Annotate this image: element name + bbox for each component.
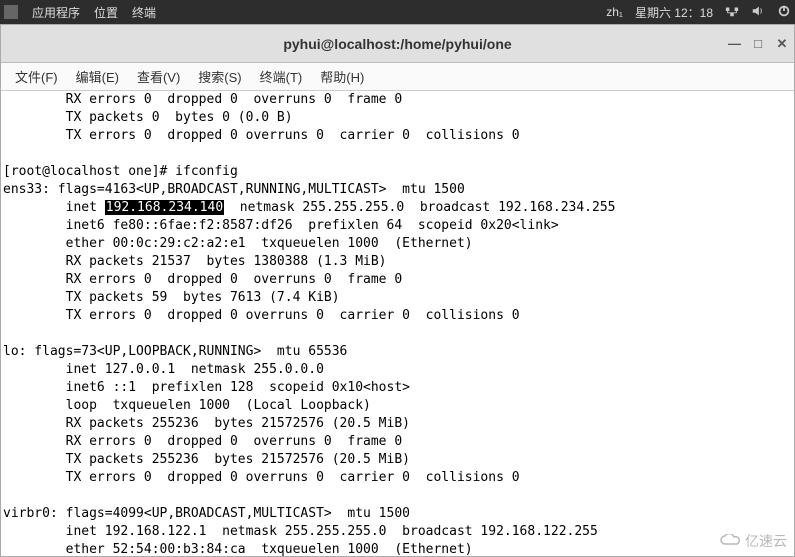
clock[interactable]: 星期六 12：18: [635, 4, 713, 21]
close-button[interactable]: ✕: [776, 36, 788, 52]
menu-terminal[interactable]: 终端: [132, 4, 156, 21]
highlighted-ip: 192.168.234.140: [105, 200, 224, 215]
sound-icon[interactable]: [751, 4, 765, 21]
menu-terminal[interactable]: 终端(T): [252, 65, 311, 88]
terminal-window: pyhui@localhost:/home/pyhui/one — □ ✕ 文件…: [0, 24, 795, 557]
menu-view[interactable]: 查看(V): [129, 65, 188, 88]
gnome-apps-icon[interactable]: [4, 5, 18, 19]
menu-search[interactable]: 搜索(S): [190, 65, 249, 88]
menu-file[interactable]: 文件(F): [7, 65, 66, 88]
menu-applications[interactable]: 应用程序: [32, 4, 80, 21]
minimize-button[interactable]: —: [728, 36, 740, 52]
network-icon[interactable]: [725, 4, 739, 21]
menu-places[interactable]: 位置: [94, 4, 118, 21]
maximize-button[interactable]: □: [752, 36, 764, 52]
terminal-content[interactable]: RX errors 0 dropped 0 overruns 0 frame 0…: [1, 91, 794, 556]
input-lang-indicator[interactable]: zh₁: [606, 5, 623, 19]
watermark: 亿速云: [719, 531, 787, 551]
menubar: 文件(F) 编辑(E) 查看(V) 搜索(S) 终端(T) 帮助(H): [1, 63, 794, 91]
titlebar[interactable]: pyhui@localhost:/home/pyhui/one — □ ✕: [1, 25, 794, 63]
menu-edit[interactable]: 编辑(E): [68, 65, 127, 88]
top-panel: 应用程序 位置 终端 zh₁ 星期六 12：18: [0, 0, 795, 24]
power-icon[interactable]: [777, 4, 791, 21]
menu-help[interactable]: 帮助(H): [312, 65, 372, 88]
window-title: pyhui@localhost:/home/pyhui/one: [283, 36, 511, 52]
